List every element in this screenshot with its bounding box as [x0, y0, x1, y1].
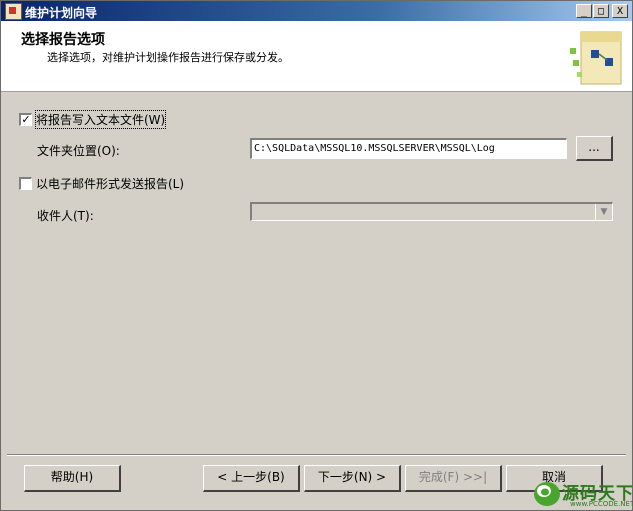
next-button[interactable]: 下一步(N) > — [304, 465, 401, 492]
title-bar[interactable]: 维护计划向导 _ □ X — [1, 1, 632, 21]
recipient-label: 收件人(T): — [37, 209, 94, 223]
finish-button[interactable]: 完成(F) >>| — [405, 465, 502, 492]
email-report-checkbox[interactable] — [19, 177, 32, 190]
footer-separator — [7, 454, 626, 456]
watermark-logo-icon — [534, 482, 560, 506]
watermark: 源码天下 www.PCCODE.NET — [530, 478, 633, 511]
app-icon — [5, 3, 22, 20]
page-title: 选择报告选项 — [21, 32, 105, 48]
wizard-graphic-icon — [570, 31, 622, 85]
folder-location-input[interactable]: C:\SQLData\MSSQL10.MSSQLSERVER\MSSQL\Log — [250, 138, 567, 159]
email-report-label[interactable]: 以电子邮件形式发送报告(L) — [36, 175, 184, 192]
help-button[interactable]: 帮助(H) — [24, 465, 121, 492]
window-title: 维护计划向导 — [25, 6, 98, 20]
watermark-url: www.PCCODE.NET — [570, 500, 633, 508]
write-report-checkbox[interactable]: ✓ — [19, 113, 32, 126]
chevron-down-icon[interactable]: ▼ — [595, 204, 612, 220]
wizard-header: 选择报告选项 选择选项，对维护计划操作报告进行保存或分发。 — [1, 21, 632, 92]
wizard-window: 维护计划向导 _ □ X 选择报告选项 选择选项，对维护计划操作报告进行保存或分… — [0, 0, 633, 511]
maximize-button[interactable]: □ — [593, 4, 609, 18]
write-report-label[interactable]: 将报告写入文本文件(W) — [34, 110, 167, 129]
close-button[interactable]: X — [612, 4, 628, 18]
minimize-button[interactable]: _ — [576, 4, 592, 18]
browse-folder-button[interactable]: ... — [576, 136, 613, 161]
folder-location-label: 文件夹位置(O): — [37, 144, 120, 158]
recipient-dropdown[interactable]: ▼ — [250, 202, 613, 221]
back-button[interactable]: < 上一步(B) — [203, 465, 300, 492]
page-subtitle: 选择选项，对维护计划操作报告进行保存或分发。 — [47, 51, 289, 64]
